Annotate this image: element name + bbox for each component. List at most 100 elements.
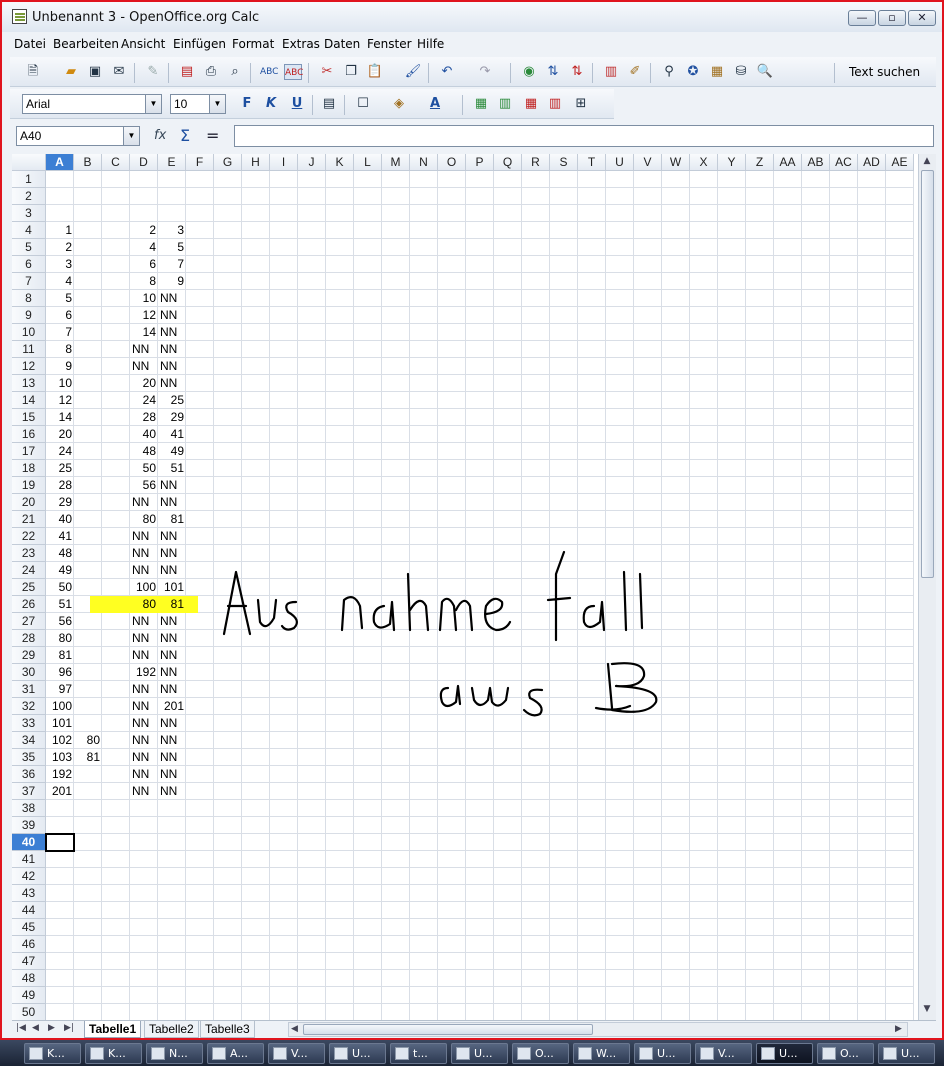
cell-e9[interactable]: NN (158, 307, 186, 324)
cell-e17[interactable]: 49 (158, 443, 186, 460)
column-header-d[interactable]: D (130, 154, 158, 171)
cell-a9[interactable]: 6 (46, 307, 74, 324)
cell-d32[interactable]: NN (130, 698, 158, 715)
spellcheck-icon[interactable]: ABC (260, 64, 278, 80)
sheet-tab-tabelle3[interactable]: Tabelle3 (200, 1021, 255, 1038)
cell-e6[interactable]: 7 (158, 256, 186, 273)
cell-d31[interactable]: NN (130, 681, 158, 698)
cell-e20[interactable]: NN (158, 494, 186, 511)
row-header-4[interactable]: 4 (12, 222, 46, 239)
taskbar-button[interactable]: W... (573, 1043, 630, 1064)
taskbar-button[interactable]: U... (634, 1043, 691, 1064)
cell-d30[interactable]: 192 (130, 664, 158, 681)
cell-e22[interactable]: NN (158, 528, 186, 545)
font-color-icon[interactable]: A (426, 96, 444, 112)
cell-a29[interactable]: 81 (46, 647, 74, 664)
cell-e15[interactable]: 29 (158, 409, 186, 426)
cell-a25[interactable]: 50 (46, 579, 74, 596)
menu-daten[interactable]: Daten (324, 37, 360, 51)
row-header-12[interactable]: 12 (12, 358, 46, 375)
find-text-label[interactable]: Text suchen (849, 65, 920, 79)
menu-ansicht[interactable]: Ansicht (121, 37, 165, 51)
undo-icon[interactable]: ↶ (438, 64, 456, 80)
cell-d9[interactable]: 12 (130, 307, 158, 324)
taskbar-button[interactable]: V... (695, 1043, 752, 1064)
cell-e12[interactable]: NN (158, 358, 186, 375)
cell-a37[interactable]: 201 (46, 783, 74, 800)
cell-d11[interactable]: NN (130, 341, 158, 358)
cell-e7[interactable]: 9 (158, 273, 186, 290)
menu-fenster[interactable]: Fenster (367, 37, 412, 51)
column-header-x[interactable]: X (690, 154, 718, 171)
cell-e14[interactable]: 25 (158, 392, 186, 409)
taskbar-button[interactable]: U... (329, 1043, 386, 1064)
column-header-g[interactable]: G (214, 154, 242, 171)
chart-icon[interactable]: ▥ (602, 64, 620, 80)
row-header-22[interactable]: 22 (12, 528, 46, 545)
scroll-thumb[interactable] (921, 170, 934, 578)
row-header-19[interactable]: 19 (12, 477, 46, 494)
cell-a14[interactable]: 12 (46, 392, 74, 409)
row-header-35[interactable]: 35 (12, 749, 46, 766)
row-header-45[interactable]: 45 (12, 919, 46, 936)
redo-icon[interactable]: ↷ (476, 64, 494, 80)
gallery-icon[interactable]: ▦ (708, 64, 726, 80)
row-header-6[interactable]: 6 (12, 256, 46, 273)
row-header-32[interactable]: 32 (12, 698, 46, 715)
new-document-icon[interactable]: 🗎 (24, 64, 42, 80)
name-box[interactable]: A40 ▼ (16, 126, 140, 146)
cell-b34[interactable]: 80 (74, 732, 102, 749)
vertical-scrollbar[interactable]: ▲ ▼ (918, 154, 936, 1020)
row-header-20[interactable]: 20 (12, 494, 46, 511)
cell-a34[interactable]: 102 (46, 732, 74, 749)
cell-e8[interactable]: NN (158, 290, 186, 307)
cell-d35[interactable]: NN (130, 749, 158, 766)
export-pdf-icon[interactable]: ▤ (178, 64, 196, 80)
taskbar-button[interactable]: U... (878, 1043, 935, 1064)
cell-a20[interactable]: 29 (46, 494, 74, 511)
cell-a15[interactable]: 14 (46, 409, 74, 426)
row-header-40[interactable]: 40 (12, 834, 46, 851)
taskbar-button[interactable]: K... (85, 1043, 142, 1064)
row-header-16[interactable]: 16 (12, 426, 46, 443)
taskbar-button[interactable]: O... (817, 1043, 874, 1064)
next-sheet-icon[interactable]: ▶ (48, 1023, 55, 1033)
cell-a30[interactable]: 96 (46, 664, 74, 681)
insert-columns-icon[interactable]: ▥ (496, 96, 514, 112)
cell-e32[interactable]: 201 (158, 698, 186, 715)
font-size-combo[interactable]: 10 ▼ (170, 94, 226, 114)
row-header-38[interactable]: 38 (12, 800, 46, 817)
chevron-down-icon[interactable]: ▼ (123, 127, 139, 145)
cell-e37[interactable]: NN (158, 783, 186, 800)
taskbar-button[interactable]: A... (207, 1043, 264, 1064)
cell-e19[interactable]: NN (158, 477, 186, 494)
scroll-up-icon[interactable]: ▲ (922, 156, 932, 166)
delete-rows-icon[interactable]: ▦ (522, 96, 540, 112)
scroll-right-icon[interactable]: ▶ (895, 1024, 902, 1034)
cell-d20[interactable]: NN (130, 494, 158, 511)
chevron-down-icon[interactable]: ▼ (209, 95, 225, 113)
cell-d12[interactable]: NN (130, 358, 158, 375)
merge-cells-icon[interactable]: ⊞ (572, 96, 590, 112)
cell-d16[interactable]: 40 (130, 426, 158, 443)
menu-bearbeiten[interactable]: Bearbeiten (53, 37, 119, 51)
edit-file-icon[interactable]: ✎ (144, 64, 162, 80)
taskbar-button[interactable]: V... (268, 1043, 325, 1064)
row-header-14[interactable]: 14 (12, 392, 46, 409)
row-header-3[interactable]: 3 (12, 205, 46, 222)
column-header-q[interactable]: Q (494, 154, 522, 171)
draw-functions-icon[interactable]: ✐ (626, 64, 644, 80)
cell-d29[interactable]: NN (130, 647, 158, 664)
cell-a35[interactable]: 103 (46, 749, 74, 766)
row-header-17[interactable]: 17 (12, 443, 46, 460)
cell-a11[interactable]: 8 (46, 341, 74, 358)
row-header-21[interactable]: 21 (12, 511, 46, 528)
row-header-18[interactable]: 18 (12, 460, 46, 477)
cell-a32[interactable]: 100 (46, 698, 74, 715)
find-replace-icon[interactable]: ⚲ (660, 64, 678, 80)
cell-d33[interactable]: NN (130, 715, 158, 732)
taskbar-button[interactable]: U... (451, 1043, 508, 1064)
open-folder-icon[interactable]: ▰ (62, 64, 80, 80)
cell-e29[interactable]: NN (158, 647, 186, 664)
cell-a5[interactable]: 2 (46, 239, 74, 256)
